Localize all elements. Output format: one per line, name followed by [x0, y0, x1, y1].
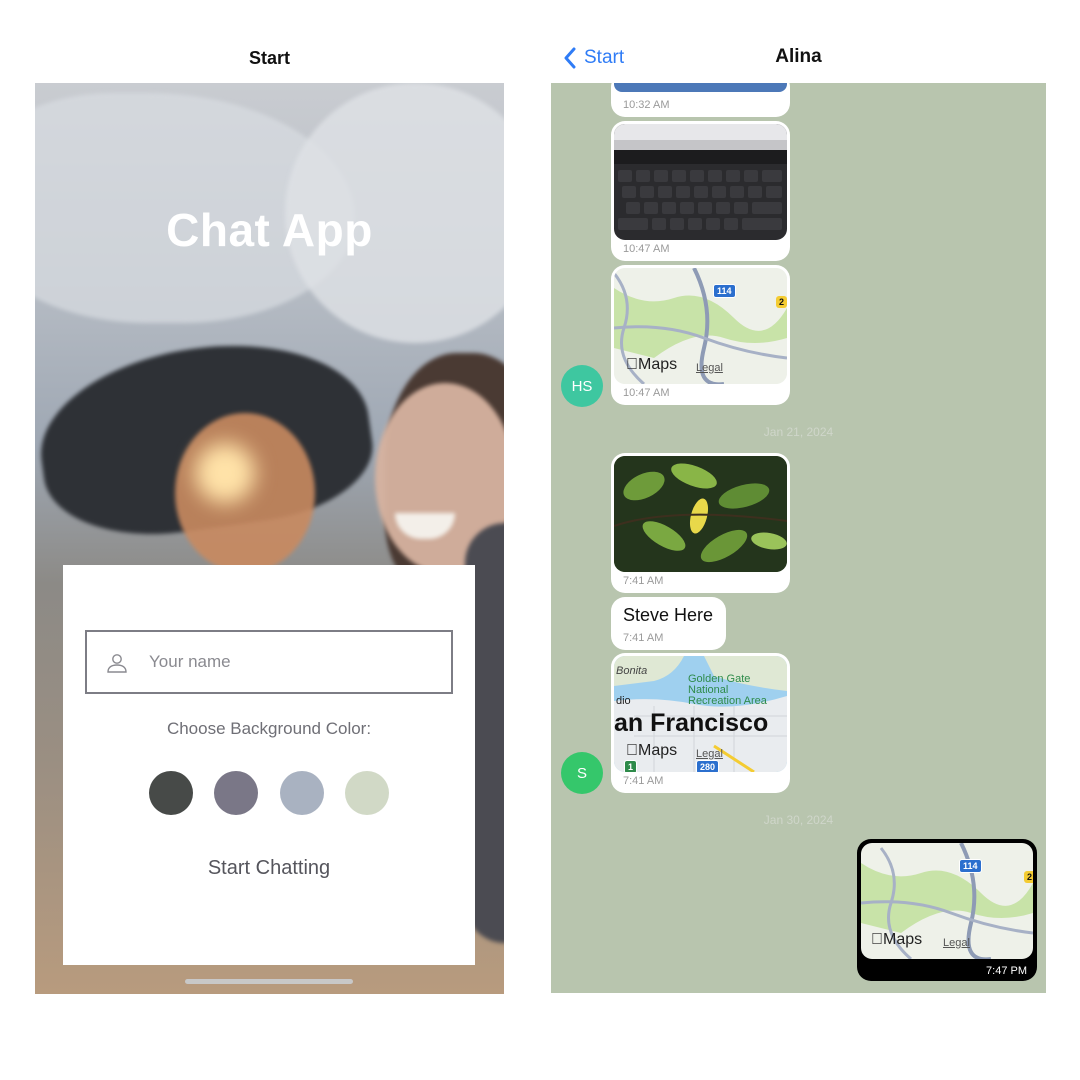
color-swatch-gray-blue[interactable] — [280, 771, 324, 815]
avatar[interactable]: HS — [561, 365, 603, 407]
background-color-label: Choose Background Color: — [166, 719, 372, 738]
plant-photo — [614, 456, 787, 572]
image-message[interactable]: 7:41 AM — [611, 453, 790, 593]
maps-brand: Maps — [626, 742, 677, 759]
start-chatting-button[interactable]: Start Chatting — [63, 857, 475, 880]
highway-shield: 114 — [713, 284, 736, 298]
start-nav-title: Start — [248, 48, 290, 68]
message-time: 7:47 PM — [986, 965, 1027, 977]
map-park-label: Golden Gate National Recreation Area — [688, 673, 767, 707]
app-title: Chat App — [166, 204, 373, 256]
map-place-label: dio — [616, 695, 631, 707]
avatar-initials: S — [576, 764, 587, 782]
color-swatch-group — [149, 771, 389, 815]
map-preview: 114 2 Maps Legal — [614, 268, 787, 384]
color-swatch-sage[interactable] — [345, 771, 389, 815]
highway-shield: 114 — [959, 859, 982, 873]
avatar-initials: HS — [571, 377, 593, 395]
image-message[interactable]: 10:32 AM — [611, 83, 790, 117]
user-icon — [107, 654, 127, 673]
message-image — [614, 456, 787, 572]
chat-title: Alina — [775, 46, 822, 67]
start-screen: Chat App Choose Background Color: Start … — [35, 83, 504, 994]
map-preview: 114 2 Maps Legal — [861, 843, 1033, 959]
message-time: 7:41 AM — [623, 575, 664, 587]
sent-map-message[interactable]: 114 2 Maps Legal 7:47 PM — [857, 839, 1037, 981]
login-form-card: Choose Background Color: Start Chatting — [63, 565, 475, 965]
map-legal-link[interactable]: Legal — [696, 362, 723, 374]
keyboard-photo — [614, 124, 787, 230]
date-separator: Jan 21, 2024 — [763, 425, 834, 439]
name-input[interactable] — [149, 646, 439, 678]
background-photo-glow — [195, 443, 255, 503]
highway-shield: 280 — [696, 760, 720, 772]
home-indicator — [185, 979, 353, 984]
message-time: 7:41 AM — [623, 775, 664, 787]
highway-shield: 1 — [624, 760, 638, 772]
message-time: 10:32 AM — [623, 99, 670, 111]
date-separator: Jan 30, 2024 — [763, 813, 834, 827]
message-time: 7:41 AM — [623, 632, 664, 644]
message-image — [614, 83, 787, 92]
map-preview: Bonita dio Golden Gate National Recreati… — [614, 656, 787, 772]
map-legal-link[interactable]: Legal — [943, 937, 970, 949]
map-message[interactable]: Bonita dio Golden Gate National Recreati… — [611, 653, 790, 793]
map-legal-link[interactable]: Legal — [696, 748, 723, 760]
highway-shield: 2 — [776, 296, 787, 308]
message-image — [614, 124, 787, 240]
image-message[interactable]: 10:47 AM — [611, 121, 790, 261]
maps-brand: Maps — [626, 356, 677, 373]
message-time: 10:47 AM — [623, 387, 670, 399]
message-time: 10:47 AM — [623, 243, 670, 255]
map-city-label: an Francisco — [614, 709, 769, 737]
color-swatch-charcoal[interactable] — [149, 771, 193, 815]
chat-messages-area[interactable]: 10:32 AM 10:47 AM 114 2 Maps Legal 10:47… — [551, 83, 1046, 993]
message-text: Steve Here — [623, 605, 714, 625]
avatar[interactable]: S — [561, 752, 603, 794]
color-swatch-slate[interactable] — [214, 771, 258, 815]
map-place-label: Bonita — [616, 665, 648, 677]
maps-brand: Maps — [871, 931, 922, 948]
highway-shield: 2 — [1024, 871, 1033, 883]
map-message[interactable]: 114 2 Maps Legal 10:47 AM — [611, 265, 790, 405]
name-field[interactable] — [85, 630, 453, 694]
text-message[interactable]: Steve Here 7:41 AM — [611, 597, 726, 650]
